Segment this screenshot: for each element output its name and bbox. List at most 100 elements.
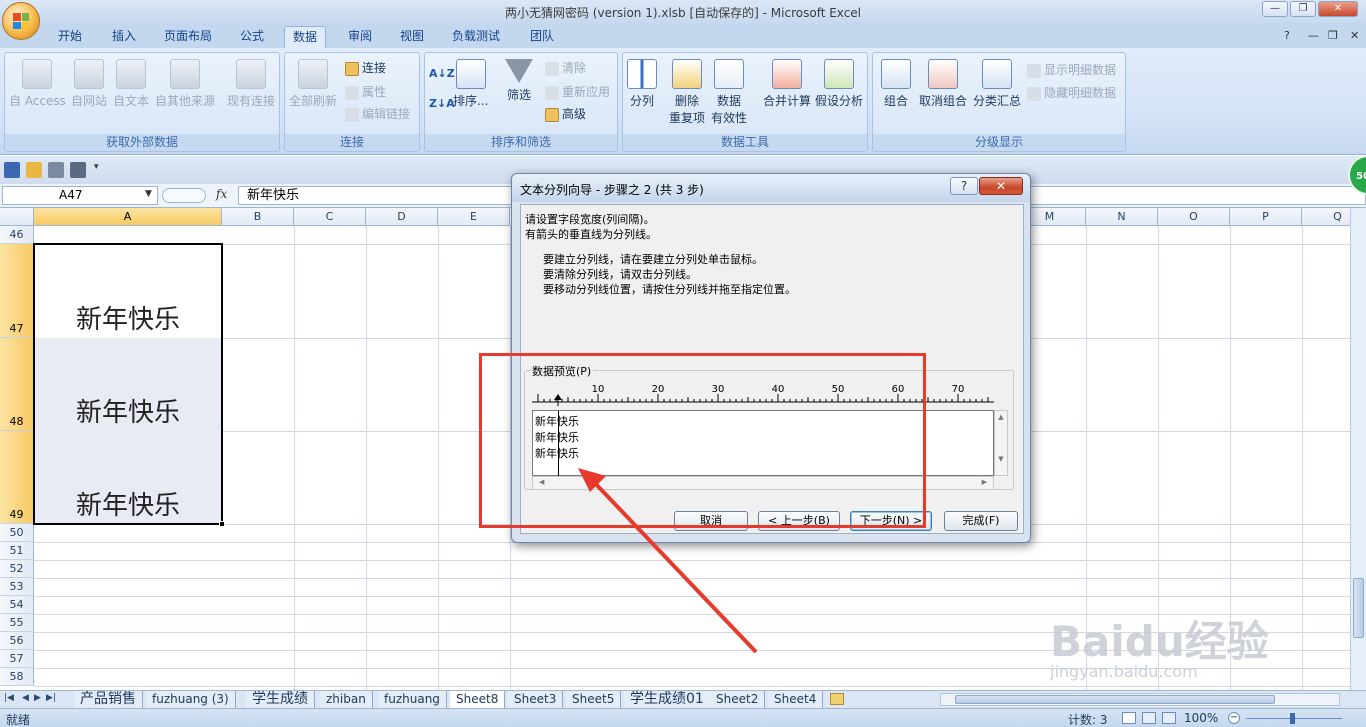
advanced-filter-button[interactable]: 高级	[545, 105, 586, 122]
consolidate-button[interactable]: 合并计算	[763, 59, 811, 109]
from-other-sources-button[interactable]: 自其他来源	[155, 59, 215, 109]
office-button[interactable]	[2, 2, 40, 40]
name-box[interactable]: A47	[2, 186, 158, 205]
hide-detail-button[interactable]: 隐藏明细数据	[1027, 84, 1116, 101]
tab-team[interactable]: 团队	[522, 26, 562, 48]
row-header-57[interactable]: 57	[0, 650, 34, 668]
dialog-help-button[interactable]: ?	[950, 177, 978, 195]
sort-desc-icon[interactable]: Z↓A	[429, 97, 455, 110]
sheet-tab[interactable]: fuzhuang	[378, 691, 447, 708]
row-header-58[interactable]: 58	[0, 668, 34, 686]
row-header-51[interactable]: 51	[0, 542, 34, 560]
tab-data[interactable]: 数据	[284, 26, 327, 48]
group-button[interactable]: 组合	[881, 59, 911, 109]
zoom-out-icon[interactable]: −	[1228, 712, 1240, 724]
normal-view-icon[interactable]	[1122, 712, 1136, 724]
column-header-p[interactable]: P	[1230, 208, 1302, 226]
from-text-button[interactable]: 自文本	[113, 59, 149, 109]
ribbon-minimize-icon[interactable]: —	[1308, 29, 1319, 42]
page-break-view-icon[interactable]	[1162, 712, 1176, 724]
from-access-button[interactable]: 自 Access	[9, 59, 66, 109]
open-icon[interactable]	[26, 162, 42, 178]
column-header-o[interactable]: O	[1158, 208, 1230, 226]
column-header-q[interactable]: Q	[1302, 208, 1350, 226]
row-header-56[interactable]: 56	[0, 632, 34, 650]
preview-vertical-scrollbar[interactable]: ▲ ▼	[994, 410, 1008, 476]
page-layout-view-icon[interactable]	[1142, 712, 1156, 724]
what-if-analysis-button[interactable]: 假设分析	[815, 59, 863, 109]
sheet-tab[interactable]: zhiban	[320, 691, 373, 708]
data-validation-button[interactable]: 数据 有效性	[711, 59, 747, 126]
sheet-tab[interactable]: 学生成绩	[246, 691, 315, 708]
ungroup-button[interactable]: 取消组合	[919, 59, 967, 109]
sheet-tab[interactable]: 学生成绩01	[624, 691, 711, 708]
last-sheet-icon[interactable]: ▶|	[46, 693, 56, 703]
column-header-b[interactable]: B	[222, 208, 294, 226]
ribbon-close-icon[interactable]: ✕	[1350, 29, 1359, 42]
row-header-50[interactable]: 50	[0, 524, 34, 542]
first-sheet-icon[interactable]: |◀	[4, 693, 14, 703]
sort-asc-icon[interactable]: A↓Z	[429, 67, 455, 80]
save-icon[interactable]	[4, 162, 20, 178]
sheet-tab[interactable]: Sheet5	[566, 691, 622, 708]
row-header-46[interactable]: 46	[0, 226, 34, 244]
text-to-columns-button[interactable]: 分列	[627, 59, 657, 109]
filter-button[interactable]: 筛选	[505, 59, 533, 103]
zoom-level[interactable]: 100%	[1184, 711, 1218, 725]
properties-button[interactable]: 属性	[345, 83, 386, 100]
column-header-n[interactable]: N	[1086, 208, 1158, 226]
tab-insert[interactable]: 插入	[104, 26, 144, 48]
column-header-e[interactable]: E	[438, 208, 510, 226]
column-header-a[interactable]: A	[34, 208, 222, 226]
formula-bar-splitter[interactable]	[162, 188, 206, 203]
clear-filter-button[interactable]: 清除	[545, 59, 586, 76]
row-header-54[interactable]: 54	[0, 596, 34, 614]
row-header-52[interactable]: 52	[0, 560, 34, 578]
edit-links-button[interactable]: 编辑链接	[345, 105, 410, 122]
row-header-48[interactable]: 48	[0, 338, 34, 431]
ribbon-restore-icon[interactable]: ❐	[1328, 29, 1338, 42]
sheet-tab[interactable]: fuzhuang (3)	[146, 691, 236, 708]
row-header-47[interactable]: 47	[0, 244, 34, 338]
restore-button[interactable]: ❐	[1290, 1, 1316, 17]
fill-handle[interactable]	[219, 521, 225, 527]
name-box-dropdown-icon[interactable]: ▼	[145, 189, 152, 199]
sheet-tab[interactable]: Sheet2	[710, 691, 766, 708]
zoom-slider-thumb[interactable]	[1290, 713, 1295, 724]
sheet-tab[interactable]: 产品销售	[74, 691, 143, 708]
sheet-tab[interactable]: Sheet3	[508, 691, 564, 708]
remove-duplicates-button[interactable]: 删除 重复项	[669, 59, 705, 126]
existing-connections-button[interactable]: 现有连接	[227, 59, 275, 109]
dialog-close-button[interactable]: ✕	[979, 177, 1023, 195]
row-header-55[interactable]: 55	[0, 614, 34, 632]
show-detail-button[interactable]: 显示明细数据	[1027, 61, 1116, 78]
vertical-scrollbar[interactable]	[1350, 208, 1366, 690]
prev-sheet-icon[interactable]: ◀	[22, 693, 29, 703]
horizontal-scrollbar[interactable]	[940, 693, 1340, 706]
sort-button[interactable]: 排序...	[453, 59, 488, 109]
column-header-d[interactable]: D	[366, 208, 438, 226]
next-sheet-icon[interactable]: ▶	[34, 693, 41, 703]
close-window-button[interactable]: ✕	[1318, 1, 1358, 17]
refresh-all-button[interactable]: 全部刷新	[289, 59, 337, 109]
print-icon[interactable]	[48, 162, 64, 178]
customize-qat-icon[interactable]: ▾	[94, 162, 102, 178]
tab-view[interactable]: 视图	[392, 26, 432, 48]
connections-button[interactable]: 连接	[345, 59, 386, 76]
horizontal-scroll-thumb[interactable]	[955, 695, 1275, 704]
row-header-53[interactable]: 53	[0, 578, 34, 596]
reapply-button[interactable]: 重新应用	[545, 83, 610, 100]
finish-button[interactable]: 完成(F)	[944, 511, 1018, 531]
minimize-button[interactable]: —	[1262, 1, 1288, 17]
select-all-corner[interactable]	[0, 208, 34, 226]
print-preview-icon[interactable]	[70, 162, 86, 178]
tab-home[interactable]: 开始	[50, 26, 90, 48]
tab-page-layout[interactable]: 页面布局	[156, 26, 220, 48]
vertical-scroll-thumb[interactable]	[1353, 578, 1364, 638]
column-header-c[interactable]: C	[294, 208, 366, 226]
sheet-tab[interactable]: Sheet4	[768, 691, 824, 708]
tab-formulas[interactable]: 公式	[232, 26, 272, 48]
subtotal-button[interactable]: 分类汇总	[973, 59, 1021, 109]
tab-review[interactable]: 审阅	[340, 26, 380, 48]
from-web-button[interactable]: 自网站	[71, 59, 107, 109]
